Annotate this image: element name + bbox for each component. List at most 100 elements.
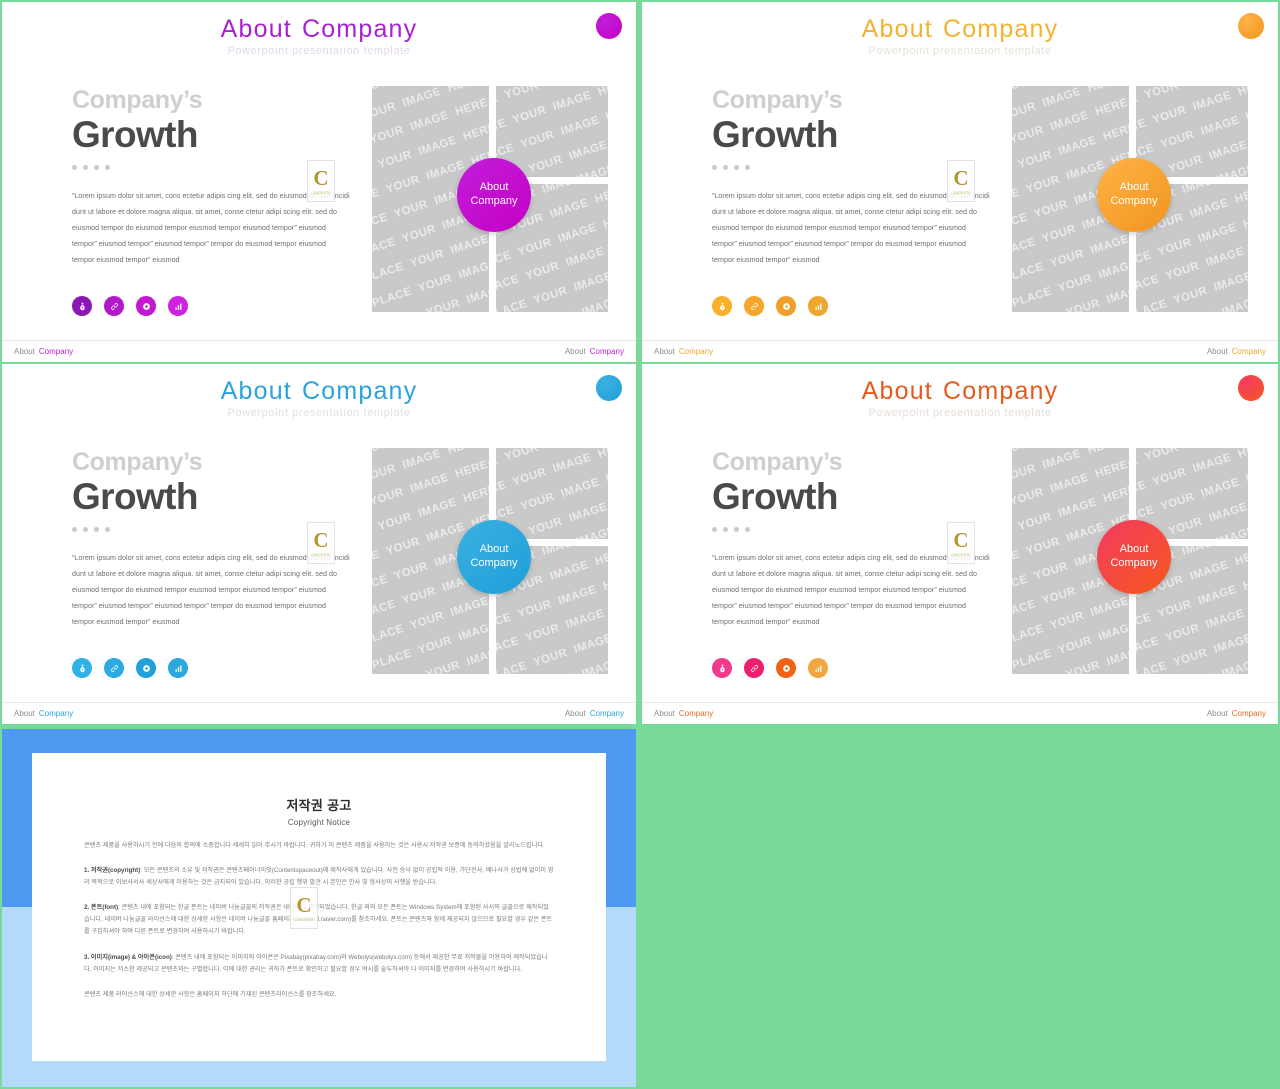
watermark-logo-sub: CONTENTS: [951, 190, 971, 195]
copyright-section-1-label: 1. 저작권(copyright): [84, 867, 141, 875]
footer-left-static: About: [654, 709, 675, 718]
money-bag-icon: [78, 664, 87, 673]
accent-dot: [734, 527, 739, 533]
watermark-logo-sub: CONTENTS: [294, 917, 314, 922]
image-mosaic: ~REPLACE YOUR IMAGE HERE~ ~REPLACE YOUR …: [372, 86, 608, 312]
slide-title-word-2: Company: [301, 15, 418, 43]
money-bag-button[interactable]: [712, 658, 732, 679]
footer-right-static: About: [1206, 709, 1228, 718]
watermark-logo: C CONTENTS: [947, 160, 975, 202]
slide-orange[interactable]: About Company Powerpoint presentation temp…: [642, 2, 1278, 362]
footer-right: About Company: [1207, 347, 1266, 356]
kicker-text: Company’s: [72, 448, 203, 476]
watermark-logo-letter: C: [296, 892, 312, 917]
slide-blue[interactable]: About Company Powerpoint presentation temp…: [2, 364, 636, 724]
bubble-line-2: Company: [470, 557, 518, 569]
money-bag-button[interactable]: [712, 296, 732, 317]
copyright-outro: 콘텐츠 제품 라이선스에 대한 상세한 사항은 홈페이지 하단에 기재된 콘텐츠…: [84, 990, 337, 998]
link-button[interactable]: [744, 658, 764, 679]
footer-right-static: About: [564, 347, 586, 356]
link-button[interactable]: [104, 296, 124, 317]
about-company-bubble[interactable]: About Company: [1097, 520, 1171, 594]
watermark-logo-letter: C: [953, 527, 969, 552]
accent-dot: [105, 165, 110, 171]
feature-icon-row: [72, 296, 372, 317]
watermark-logo: C CONTENTS: [290, 887, 318, 929]
footer-right-accent: Company: [589, 347, 624, 356]
slide-purple[interactable]: About Company Powerpoint presentation temp…: [2, 2, 636, 362]
watermark-logo-letter: C: [313, 165, 329, 190]
megaphone-icon: [142, 302, 151, 311]
accent-dot: [83, 527, 88, 533]
footer-right: About Company: [1207, 709, 1266, 718]
headline-text: Growth: [72, 475, 198, 517]
slide-title-word-2: Company: [942, 15, 1059, 43]
money-bag-icon: [718, 302, 727, 311]
bar-chart-button[interactable]: [168, 658, 188, 679]
slide-title: About Company: [642, 2, 1278, 42]
bubble-line-1: About: [479, 181, 509, 194]
watermark-logo-sub: CONTENTS: [311, 552, 331, 557]
footer-left-accent: Company: [678, 347, 714, 356]
copyright-section-2-text: : 콘텐츠 내에 포함되는 한글 폰트는 네이버 나눔글꼴의 저작권은 네이버에…: [84, 904, 553, 936]
bar-chart-button[interactable]: [808, 658, 828, 679]
copyright-section-2-label: 2. 폰트(font): [84, 904, 119, 912]
slide-subtitle: Powerpoint presentation template: [227, 407, 411, 419]
megaphone-button[interactable]: [776, 658, 796, 679]
bar-chart-icon: [814, 664, 823, 673]
copyright-section-3-label: 3. 이미지(image) & 아이콘(icon): [84, 953, 172, 961]
watermark-logo-letter: C: [953, 165, 969, 190]
slide-red[interactable]: About Company Powerpoint presentation temp…: [642, 364, 1278, 724]
slide-body: About Company Powerpoint presentation temp…: [642, 364, 1278, 724]
slide-title-word-1: About: [861, 377, 933, 405]
footer-right-accent: Company: [1231, 709, 1266, 718]
link-icon: [110, 302, 119, 311]
money-bag-button[interactable]: [72, 658, 92, 679]
footer-left-accent: Company: [38, 347, 74, 356]
link-button[interactable]: [744, 296, 764, 317]
megaphone-button[interactable]: [776, 296, 796, 317]
watermark-logo: C CONTENTS: [307, 160, 335, 202]
about-company-bubble[interactable]: About Company: [1097, 158, 1171, 232]
copyright-section-2: 2. 폰트(font): 콘텐츠 내에 포함되는 한글 폰트는 네이버 나눔글꼴…: [84, 902, 554, 938]
footer-right-static: About: [1206, 347, 1228, 356]
about-company-bubble[interactable]: About Company: [457, 520, 531, 594]
footer-right-accent: Company: [589, 709, 624, 718]
footer-right: About Company: [565, 709, 624, 718]
accent-dot: [712, 165, 717, 171]
bar-chart-button[interactable]: [168, 296, 188, 317]
slide-title-word-1: About: [220, 377, 292, 405]
megaphone-button[interactable]: [136, 658, 156, 679]
footer-left-accent: Company: [38, 709, 74, 718]
feature-icon-row: [72, 658, 372, 679]
link-icon: [110, 664, 119, 673]
slide-title-word-1: About: [220, 15, 292, 43]
watermark-logo-letter: C: [313, 527, 329, 552]
slide-footer: About Company About Company: [2, 702, 636, 724]
slide-title-word-2: Company: [942, 377, 1059, 405]
link-button[interactable]: [104, 658, 124, 679]
accent-dot: [723, 165, 728, 171]
bar-chart-button[interactable]: [808, 296, 828, 317]
megaphone-button[interactable]: [136, 296, 156, 317]
corner-accent-dot: [1238, 13, 1264, 39]
accent-dot: [734, 165, 739, 171]
footer-right: About Company: [565, 347, 624, 356]
slide-footer: About Company About Company: [2, 340, 636, 362]
bubble-line-2: Company: [470, 195, 518, 207]
megaphone-icon: [782, 302, 791, 311]
footer-right-static: About: [564, 709, 586, 718]
slide-subtitle: Powerpoint presentation template: [868, 407, 1052, 419]
slide-title: About Company: [2, 2, 636, 42]
copyright-slide[interactable]: 저작권 공고 Copyright Notice 콘텐츠 제품을 사용하시기 전에…: [2, 729, 636, 1087]
money-bag-button[interactable]: [72, 296, 92, 317]
headline-text: Growth: [712, 475, 838, 517]
about-company-bubble[interactable]: About Company: [457, 158, 531, 232]
slide-header: About Company Powerpoint presentation temp…: [2, 364, 636, 426]
image-mosaic: ~REPLACE YOUR IMAGE HERE~ ~REPLACE YOUR …: [1012, 86, 1248, 312]
slide-body: About Company Powerpoint presentation temp…: [2, 2, 636, 362]
footer-left-static: About: [14, 709, 35, 718]
image-mosaic: ~REPLACE YOUR IMAGE HERE~ ~REPLACE YOUR …: [372, 448, 608, 674]
kicker-text: Company’s: [72, 86, 203, 114]
footer-left: About Company: [14, 347, 73, 356]
